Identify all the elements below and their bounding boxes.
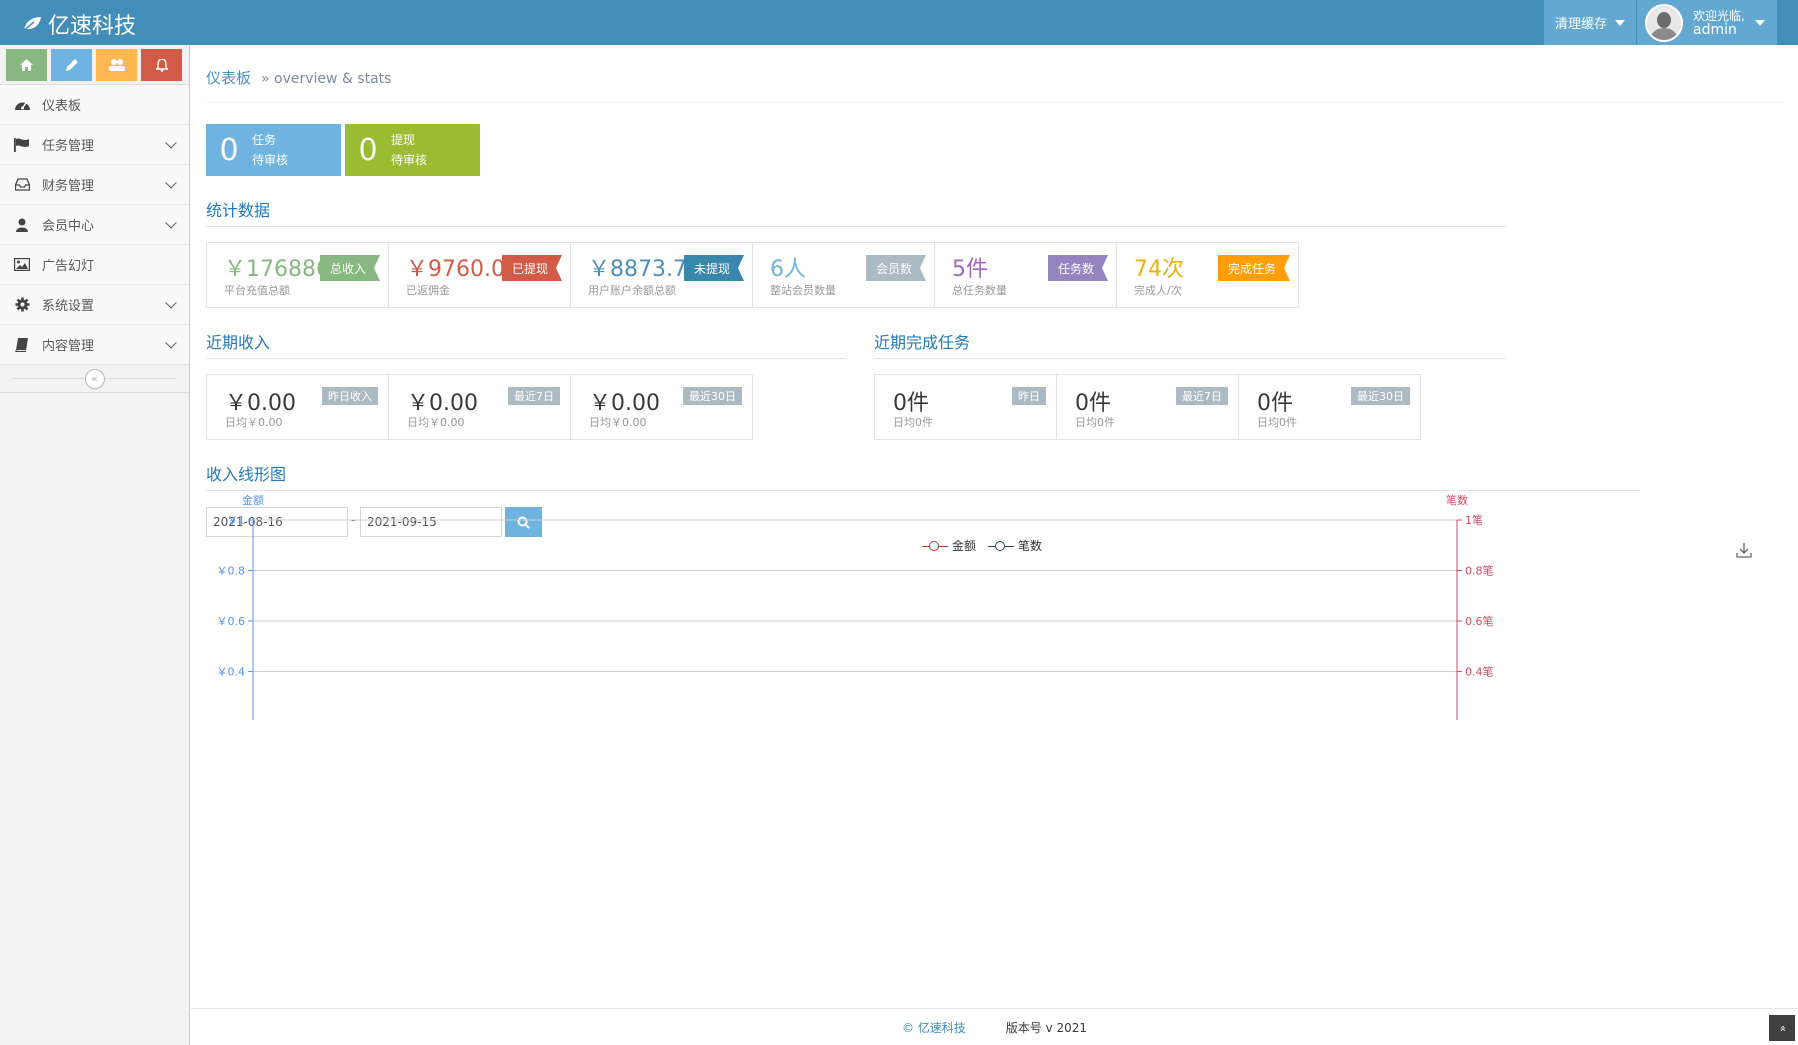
brand[interactable]: 亿速科技 — [22, 8, 136, 40]
chevron-down-icon — [165, 337, 177, 349]
sidebar-item[interactable]: 会员中心 — [0, 205, 189, 245]
shortcut-edit-button[interactable] — [51, 49, 92, 81]
user-icon — [12, 217, 32, 233]
footer: © 亿速科技 版本号 v 2021 — [191, 1008, 1798, 1045]
brand-name: 亿速科技 — [48, 14, 137, 39]
picture-icon — [12, 257, 32, 273]
welcome-text: 欢迎光临, — [1693, 8, 1745, 23]
y-right-tick-label: 0.6笔 — [1465, 614, 1494, 628]
top-navbar: 亿速科技 清理缓存 欢迎光临, admin — [0, 0, 1798, 45]
sidebar-item-label: 仪表板 — [42, 99, 82, 114]
y-right-tick-label: 0.4笔 — [1465, 665, 1494, 679]
inbox-icon — [12, 177, 32, 193]
double-chevron-up-icon: » — [1775, 1024, 1789, 1032]
sidebar: 仪表板任务管理财务管理会员中心广告幻灯系统设置内容管理 « — [0, 45, 190, 1045]
sidebar-item-label: 任务管理 — [42, 139, 95, 154]
sidebar-item-label: 系统设置 — [42, 299, 95, 314]
sidebar-nav: 仪表板任务管理财务管理会员中心广告幻灯系统设置内容管理 — [0, 85, 189, 365]
flag-icon — [12, 137, 32, 153]
shortcut-bar — [0, 45, 189, 85]
shortcut-users-button[interactable] — [96, 49, 137, 81]
shortcut-notify-button[interactable] — [141, 49, 182, 81]
user-info: 欢迎光临, admin — [1693, 9, 1745, 37]
chevron-down-icon — [165, 297, 177, 309]
sidebar-collapse-row: « — [0, 365, 189, 393]
user-menu[interactable]: 欢迎光临, admin — [1637, 0, 1777, 45]
chevron-down-icon — [165, 177, 177, 189]
footer-version: 版本号 v 2021 — [1005, 1020, 1088, 1035]
y-left-tick-label: ￥0.8 — [217, 565, 246, 578]
pencil-icon — [65, 59, 78, 71]
username: admin — [1693, 21, 1737, 38]
sidebar-item[interactable]: 广告幻灯 — [0, 245, 189, 285]
sidebar-collapse-button[interactable]: « — [84, 368, 105, 389]
y-left-tick-label: ￥1 — [227, 514, 245, 527]
y-right-tick-label: 1笔 — [1465, 513, 1483, 527]
chevron-down-icon — [165, 137, 177, 149]
footer-copyright[interactable]: © 亿速科技 — [902, 1019, 966, 1036]
sidebar-item[interactable]: 内容管理 — [0, 325, 189, 365]
home-icon — [20, 59, 33, 71]
clear-cache-button[interactable]: 清理缓存 — [1544, 0, 1636, 45]
sidebar-item-label: 广告幻灯 — [42, 259, 95, 274]
y-left-tick-label: ￥0.6 — [217, 615, 246, 628]
sidebar-item-label: 财务管理 — [42, 179, 95, 194]
y-right-axis-label: 笔数 — [1446, 493, 1468, 507]
users-icon — [108, 59, 125, 71]
scroll-top-button[interactable]: » — [1769, 1015, 1795, 1041]
sidebar-item[interactable]: 系统设置 — [0, 285, 189, 325]
shortcut-home-button[interactable] — [6, 49, 47, 81]
sidebar-item-label: 会员中心 — [42, 219, 95, 234]
income-line-chart: ￥1 1笔 ￥0.8 0.8笔 ￥0.6 0.6笔 ￥0.4 0.4笔 金额 笔数 — [217, 493, 1494, 720]
sidebar-item-label: 内容管理 — [42, 339, 95, 354]
sidebar-item[interactable]: 仪表板 — [0, 85, 189, 125]
cog-icon — [12, 297, 32, 313]
book-icon — [12, 337, 32, 353]
caret-down-icon — [1615, 19, 1625, 26]
sidebar-item[interactable]: 任务管理 — [0, 125, 189, 165]
y-left-tick-label: ￥0.4 — [217, 666, 246, 679]
sidebar-item[interactable]: 财务管理 — [0, 165, 189, 205]
y-right-tick-label: 0.8笔 — [1465, 564, 1494, 578]
caret-down-icon — [1754, 19, 1765, 26]
clear-cache-label: 清理缓存 — [1554, 17, 1607, 32]
main-content: 仪表板 » overview & stats 0 任务 待审核 0 提现 待审核… — [191, 45, 1798, 1045]
avatar — [1645, 3, 1683, 42]
dashboard-icon — [12, 97, 32, 113]
double-chevron-left-icon: « — [91, 372, 98, 385]
bell-icon — [155, 58, 168, 72]
chevron-down-icon — [165, 217, 177, 229]
y-left-axis-label: 金额 — [242, 493, 264, 507]
leaf-icon — [22, 17, 41, 32]
